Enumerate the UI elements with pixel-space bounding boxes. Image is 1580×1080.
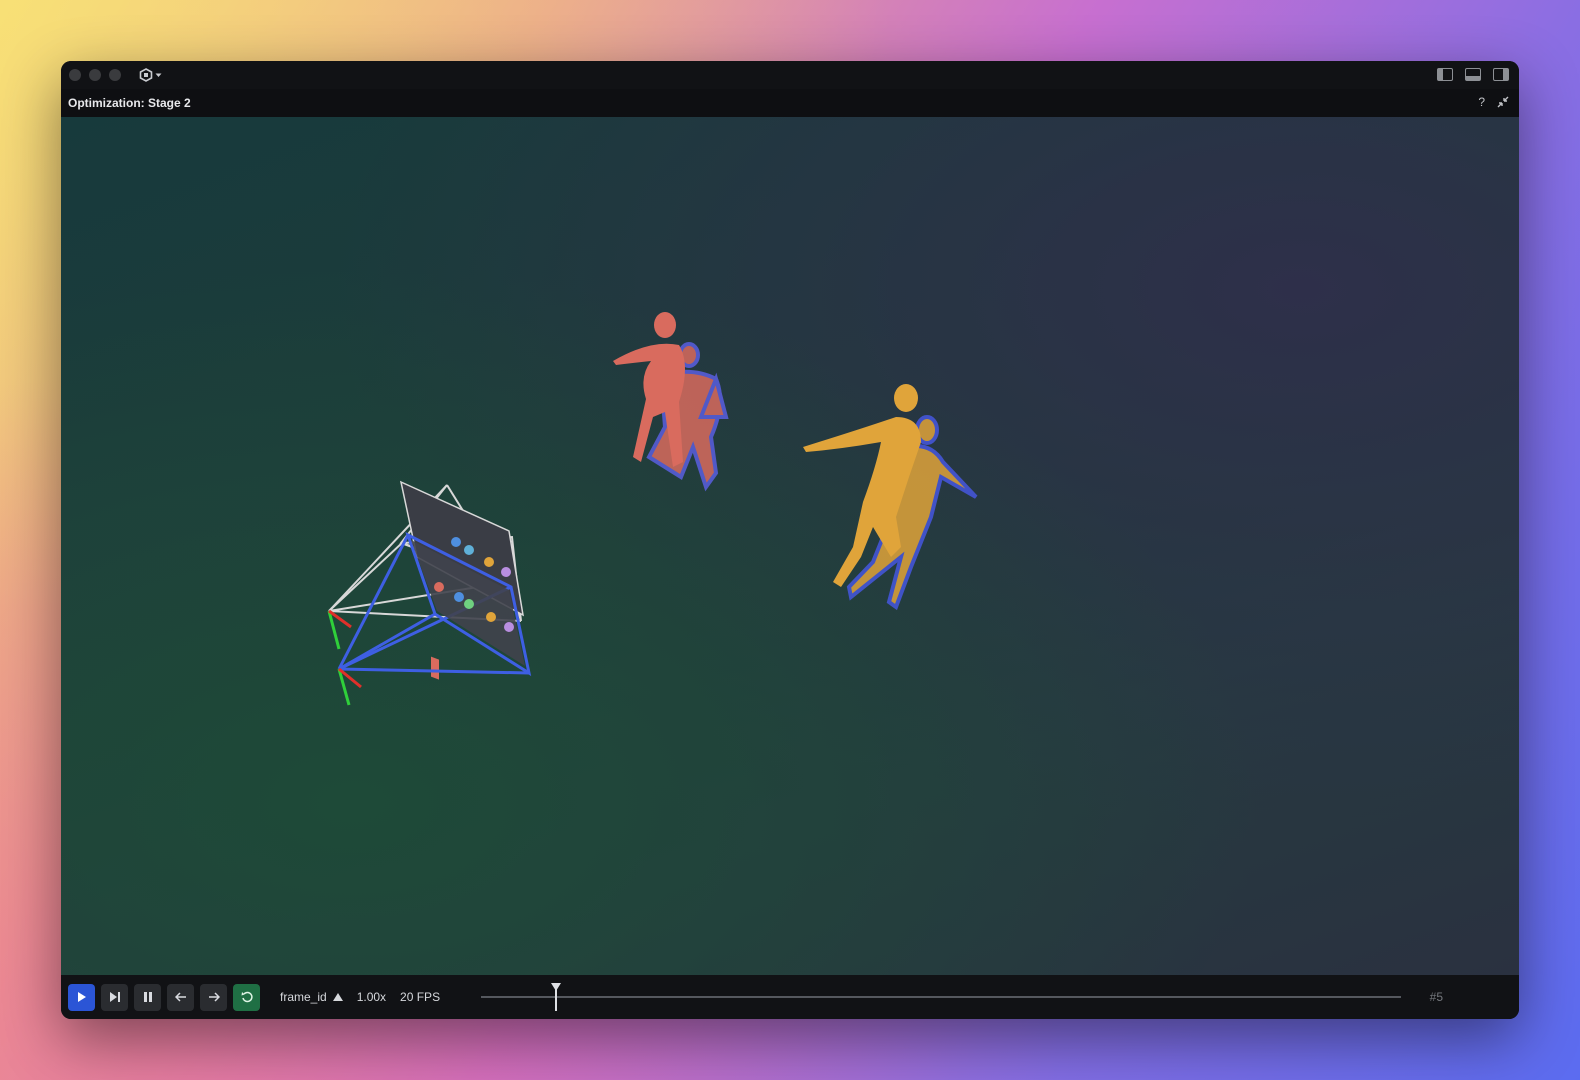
human-mesh-yellow[interactable]: [803, 384, 978, 611]
pause-icon: [143, 992, 152, 1002]
timeline-playhead[interactable]: [550, 983, 561, 1011]
panel-actions: ?: [1478, 95, 1509, 109]
maximize-window-button[interactable]: [109, 69, 121, 81]
close-window-button[interactable]: [69, 69, 81, 81]
timeline-track[interactable]: [481, 996, 1401, 998]
caret-up-icon: [332, 993, 343, 1001]
next-frame-button[interactable]: [200, 983, 227, 1011]
viewer-window: Optimization: Stage 2 ? frame_id 1.00x 2…: [61, 61, 1519, 1019]
arrow-right-icon: [208, 992, 220, 1002]
step-forward-icon: [109, 992, 120, 1002]
panel-title: Optimization: Stage 2: [68, 96, 191, 110]
timeline-selector-dropdown[interactable]: frame_id: [280, 990, 343, 1004]
loop-icon: [241, 991, 253, 1003]
pause-button[interactable]: [134, 983, 161, 1011]
arrow-left-icon: [174, 992, 186, 1002]
layout-left-icon[interactable]: [1437, 68, 1453, 81]
app-logo-icon: [139, 68, 153, 82]
panel-header: Optimization: Stage 2 ?: [61, 89, 1519, 117]
timeline-selector-label: frame_id: [280, 990, 327, 1004]
chevron-down-icon: [155, 73, 162, 77]
app-menu-button[interactable]: [139, 68, 162, 82]
play-button[interactable]: [68, 983, 95, 1011]
layout-right-icon[interactable]: [1493, 68, 1509, 81]
minimize-window-button[interactable]: [89, 69, 101, 81]
help-button[interactable]: ?: [1478, 95, 1485, 109]
step-forward-button[interactable]: [101, 983, 128, 1011]
window-controls: [69, 69, 121, 81]
camera-axes-estimated: [337, 667, 362, 706]
fps-display[interactable]: 20 FPS: [400, 990, 440, 1004]
timeline-bar: frame_id 1.00x 20 FPS #5: [61, 975, 1519, 1019]
titlebar: [61, 61, 1519, 89]
3d-viewport[interactable]: [61, 117, 1519, 975]
previous-frame-button[interactable]: [167, 983, 194, 1011]
play-icon: [77, 992, 86, 1002]
human-mesh-red[interactable]: [613, 312, 729, 492]
current-frame-number: #5: [1429, 990, 1443, 1004]
layout-toggles: [1437, 68, 1509, 81]
loop-toggle-button[interactable]: [233, 983, 260, 1011]
scene-canvas[interactable]: [61, 117, 1519, 975]
layout-bottom-icon[interactable]: [1465, 68, 1481, 81]
camera-axes-gt: [327, 609, 352, 650]
playback-speed[interactable]: 1.00x: [357, 990, 386, 1004]
collapse-icon[interactable]: [1497, 96, 1509, 108]
